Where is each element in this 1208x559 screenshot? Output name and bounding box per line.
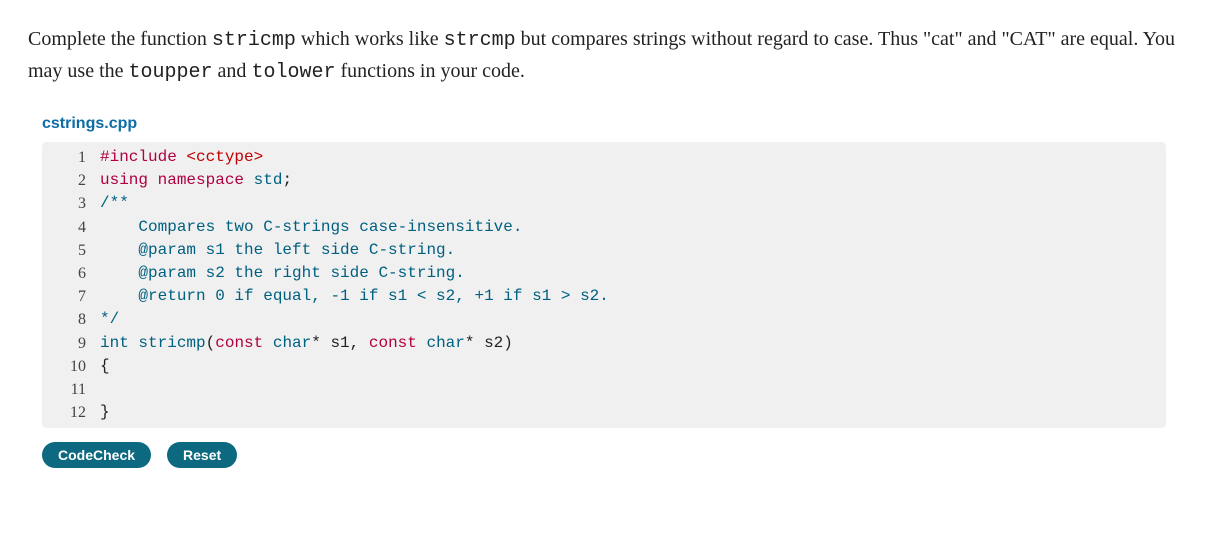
code-content[interactable]: Compares two C-strings case-insensitive. [100,216,1166,239]
code-editor[interactable]: 1#include <cctype>2using namespace std;3… [42,142,1166,428]
code-line[interactable]: 4 Compares two C-strings case-insensitiv… [42,216,1166,239]
code-line[interactable]: 12} [42,401,1166,424]
filename-label: cstrings.cpp [28,112,1180,136]
code-line[interactable]: 9int stricmp(const char* s1, const char*… [42,332,1166,355]
code-content[interactable]: int stricmp(const char* s1, const char* … [100,332,1166,355]
code-content[interactable]: { [100,355,1166,378]
code-content[interactable]: @param s2 the right side C-string. [100,262,1166,285]
instr-code-3: toupper [129,61,213,84]
code-content[interactable]: @param s1 the left side C-string. [100,239,1166,262]
instr-code-1: stricmp [212,29,296,52]
line-number: 1 [42,146,100,169]
code-line[interactable]: 3/** [42,192,1166,215]
code-content[interactable]: /** [100,192,1166,215]
code-line[interactable]: 8*/ [42,308,1166,331]
codecheck-button[interactable]: CodeCheck [42,442,151,468]
instr-text-2: which works like [296,28,444,50]
instr-code-4: tolower [251,61,335,84]
instr-text-5: functions in your code. [335,60,524,82]
code-content[interactable] [100,378,1166,401]
line-number: 12 [42,401,100,424]
code-content[interactable]: } [100,401,1166,424]
code-content[interactable]: #include <cctype> [100,146,1166,169]
line-number: 4 [42,216,100,239]
code-line[interactable]: 7 @return 0 if equal, -1 if s1 < s2, +1 … [42,285,1166,308]
code-content[interactable]: @return 0 if equal, -1 if s1 < s2, +1 if… [100,285,1166,308]
button-row: CodeCheck Reset [28,442,1180,468]
line-number: 7 [42,285,100,308]
line-number: 3 [42,192,100,215]
line-number: 2 [42,169,100,192]
code-line[interactable]: 10{ [42,355,1166,378]
code-line[interactable]: 1#include <cctype> [42,146,1166,169]
line-number: 10 [42,355,100,378]
reset-button[interactable]: Reset [167,442,237,468]
code-content[interactable]: */ [100,308,1166,331]
code-line[interactable]: 5 @param s1 the left side C-string. [42,239,1166,262]
code-line[interactable]: 11 [42,378,1166,401]
code-line[interactable]: 2using namespace std; [42,169,1166,192]
code-content[interactable]: using namespace std; [100,169,1166,192]
line-number: 9 [42,332,100,355]
instr-code-2: strcmp [444,29,516,52]
instr-text-1: Complete the function [28,28,212,50]
line-number: 5 [42,239,100,262]
line-number: 8 [42,308,100,331]
problem-statement: Complete the function stricmp which work… [28,24,1180,88]
line-number: 6 [42,262,100,285]
instr-text-4: and [213,60,252,82]
line-number: 11 [42,378,100,401]
code-line[interactable]: 6 @param s2 the right side C-string. [42,262,1166,285]
